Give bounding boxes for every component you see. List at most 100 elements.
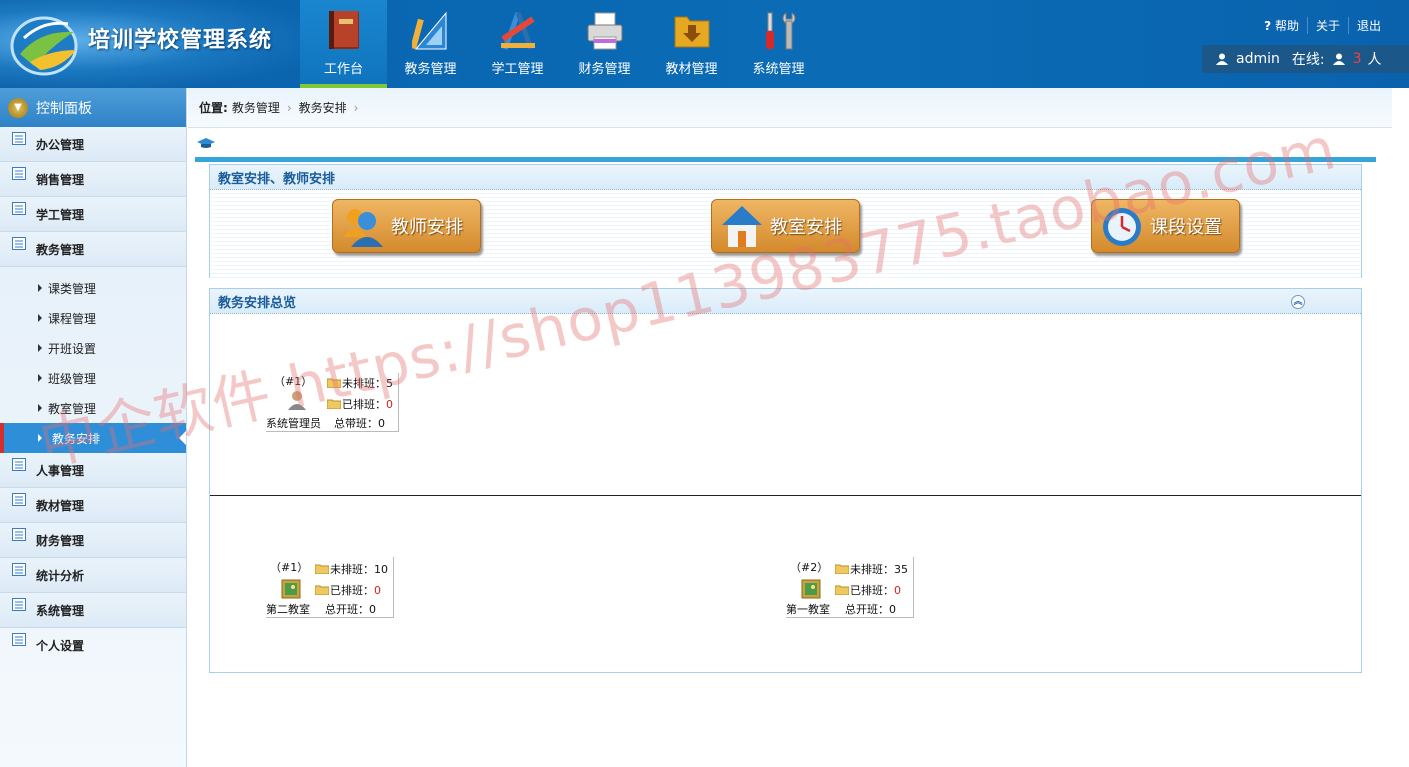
sidebar-sub-schedule[interactable]: 教务安排 <box>0 423 186 453</box>
nav-student[interactable]: 学工管理 <box>474 0 561 88</box>
sidebar-item-finance[interactable]: 财务管理 <box>0 523 186 558</box>
section-divider <box>210 495 1361 496</box>
chevron-down-icon: ▼ <box>8 97 28 118</box>
sidebar-subgroup: 课类管理 课程管理 开班设置 班级管理 教室管理 教务安排 <box>0 267 186 453</box>
sidebar-item-textbook[interactable]: 教材管理 <box>0 488 186 523</box>
sidebar-item-academic[interactable]: 教务管理 <box>0 232 186 267</box>
scheduled-value: 0 <box>894 584 901 597</box>
unscheduled-value: 35 <box>894 563 908 576</box>
folder-icon <box>835 564 849 574</box>
top-nav: 工作台 教务管理 学工管理 财务管理 教材管理 系统管理 <box>300 0 822 88</box>
clock-icon <box>1103 208 1141 246</box>
unscheduled-row: 未排班：5 <box>327 375 393 391</box>
folder-icon <box>835 585 849 595</box>
unscheduled-label: 未排班： <box>342 377 386 390</box>
period-settings-label: 课段设置 <box>1150 217 1222 238</box>
folder-download-icon <box>674 16 710 48</box>
panel-title: 教室安排、教师安排 <box>210 165 1361 190</box>
sidebar-sub-class[interactable]: 班级管理 <box>0 363 186 393</box>
total-row: 总开班：0 <box>325 601 376 617</box>
help-label: 帮助 <box>1274 19 1299 33</box>
tools-icon <box>766 12 796 50</box>
caret-right-icon <box>38 344 42 352</box>
list-icon <box>12 202 26 215</box>
caret-right-icon <box>38 314 42 322</box>
total-row: 总带班：0 <box>334 415 385 431</box>
about-link[interactable]: 关于 <box>1306 17 1348 34</box>
classroom-card[interactable]: （#1） 未排班：10 已排班：0 第二教室 总开班：0 <box>266 557 394 618</box>
folder-icon <box>315 585 329 595</box>
book-icon <box>329 11 359 49</box>
unscheduled-label: 未排班： <box>850 563 894 576</box>
logout-link[interactable]: 退出 <box>1347 17 1389 34</box>
list-icon <box>12 598 26 611</box>
nav-workbench[interactable]: 工作台 <box>300 0 387 88</box>
caret-right-icon <box>38 404 42 412</box>
breadcrumb-separator: › <box>353 100 359 115</box>
person-icon <box>288 391 306 410</box>
list-icon <box>12 493 26 506</box>
unscheduled-value: 5 <box>386 377 393 390</box>
breadcrumb-level2[interactable]: 教务安排 <box>299 99 347 116</box>
online-unit: 人 <box>1367 52 1382 68</box>
online-user-icon <box>1332 53 1345 65</box>
unscheduled-value: 10 <box>374 563 388 576</box>
breadcrumb-level1[interactable]: 教务管理 <box>232 99 280 116</box>
sidebar-item-personal[interactable]: 个人设置 <box>0 628 186 663</box>
panel-header: 教务安排总览 ︽ <box>210 289 1361 314</box>
sidebar-sub-course-type[interactable]: 课类管理 <box>0 273 186 303</box>
sidebar-item-sales[interactable]: 销售管理 <box>0 162 186 197</box>
unscheduled-label: 未排班： <box>330 563 374 576</box>
nav-system[interactable]: 系统管理 <box>735 0 822 88</box>
breadcrumb-separator: › <box>286 100 292 115</box>
total-value: 0 <box>889 603 896 616</box>
sidebar-header[interactable]: ▼ 控制面板 <box>0 88 186 127</box>
help-link[interactable]: ? 帮助 <box>1256 17 1307 34</box>
app-logo-icon <box>10 16 78 76</box>
sidebar-sub-label: 教室管理 <box>48 401 97 416</box>
sidebar-sub-label: 开班设置 <box>48 341 97 356</box>
ruler-triangle-icon <box>412 11 447 50</box>
nav-textbook[interactable]: 教材管理 <box>648 0 735 88</box>
nav-academic[interactable]: 教务管理 <box>387 0 474 88</box>
nav-label: 学工管理 <box>491 62 544 77</box>
sidebar-item-hr[interactable]: 人事管理 <box>0 453 186 488</box>
sidebar-item-label: 办公管理 <box>36 137 85 152</box>
sidebar-item-student[interactable]: 学工管理 <box>0 197 186 232</box>
classroom-card[interactable]: （#2） 未排班：35 已排班：0 第一教室 总开班：0 <box>786 557 914 618</box>
classroom-arrangement-button[interactable]: 教室安排 <box>711 199 860 253</box>
sidebar-sub-course[interactable]: 课程管理 <box>0 303 186 333</box>
total-label: 总开班： <box>845 603 889 616</box>
sidebar-sub-open-class[interactable]: 开班设置 <box>0 333 186 363</box>
scheduled-row: 已排班：0 <box>327 396 393 412</box>
sidebar-item-label: 教材管理 <box>36 498 85 513</box>
caret-right-icon <box>38 434 42 442</box>
sidebar-item-system[interactable]: 系统管理 <box>0 593 186 628</box>
sidebar-item-label: 个人设置 <box>36 639 85 653</box>
breadcrumb-label: 位置: <box>199 101 228 115</box>
printer-icon <box>587 12 623 50</box>
house-icon <box>722 206 762 247</box>
sidebar-item-label: 统计分析 <box>36 568 85 583</box>
sidebar-item-stats[interactable]: 统计分析 <box>0 558 186 593</box>
sidebar-sub-label: 班级管理 <box>48 371 97 386</box>
classroom-name: 第二教室 <box>266 603 310 616</box>
period-settings-button[interactable]: 课段设置 <box>1091 199 1240 253</box>
picture-icon <box>801 579 821 599</box>
sidebar-item-office[interactable]: 办公管理 <box>0 127 186 162</box>
nav-label: 教务管理 <box>404 62 457 77</box>
sidebar-sub-label: 课程管理 <box>48 311 97 326</box>
caret-right-icon <box>38 284 42 292</box>
teacher-card[interactable]: （#1） 未排班：5 已排班：0 系统管理员 总带班：0 <box>266 373 399 432</box>
sidebar-header-label: 控制面板 <box>36 100 92 117</box>
nav-finance[interactable]: 财务管理 <box>561 0 648 88</box>
online-count: 3 <box>1352 51 1362 67</box>
panel-body: 教师安排 教室安排 课段设置 <box>210 190 1361 278</box>
classroom-arrangement-label: 教室安排 <box>770 217 842 238</box>
teacher-arrangement-button[interactable]: 教师安排 <box>332 199 481 253</box>
collapse-up-icon[interactable]: ︽ <box>1291 295 1305 309</box>
sidebar-item-label: 人事管理 <box>36 463 85 478</box>
top-links: ? 帮助 关于 退出 <box>1256 17 1389 34</box>
cap-icon <box>197 138 215 148</box>
sidebar-sub-classroom[interactable]: 教室管理 <box>0 393 186 423</box>
